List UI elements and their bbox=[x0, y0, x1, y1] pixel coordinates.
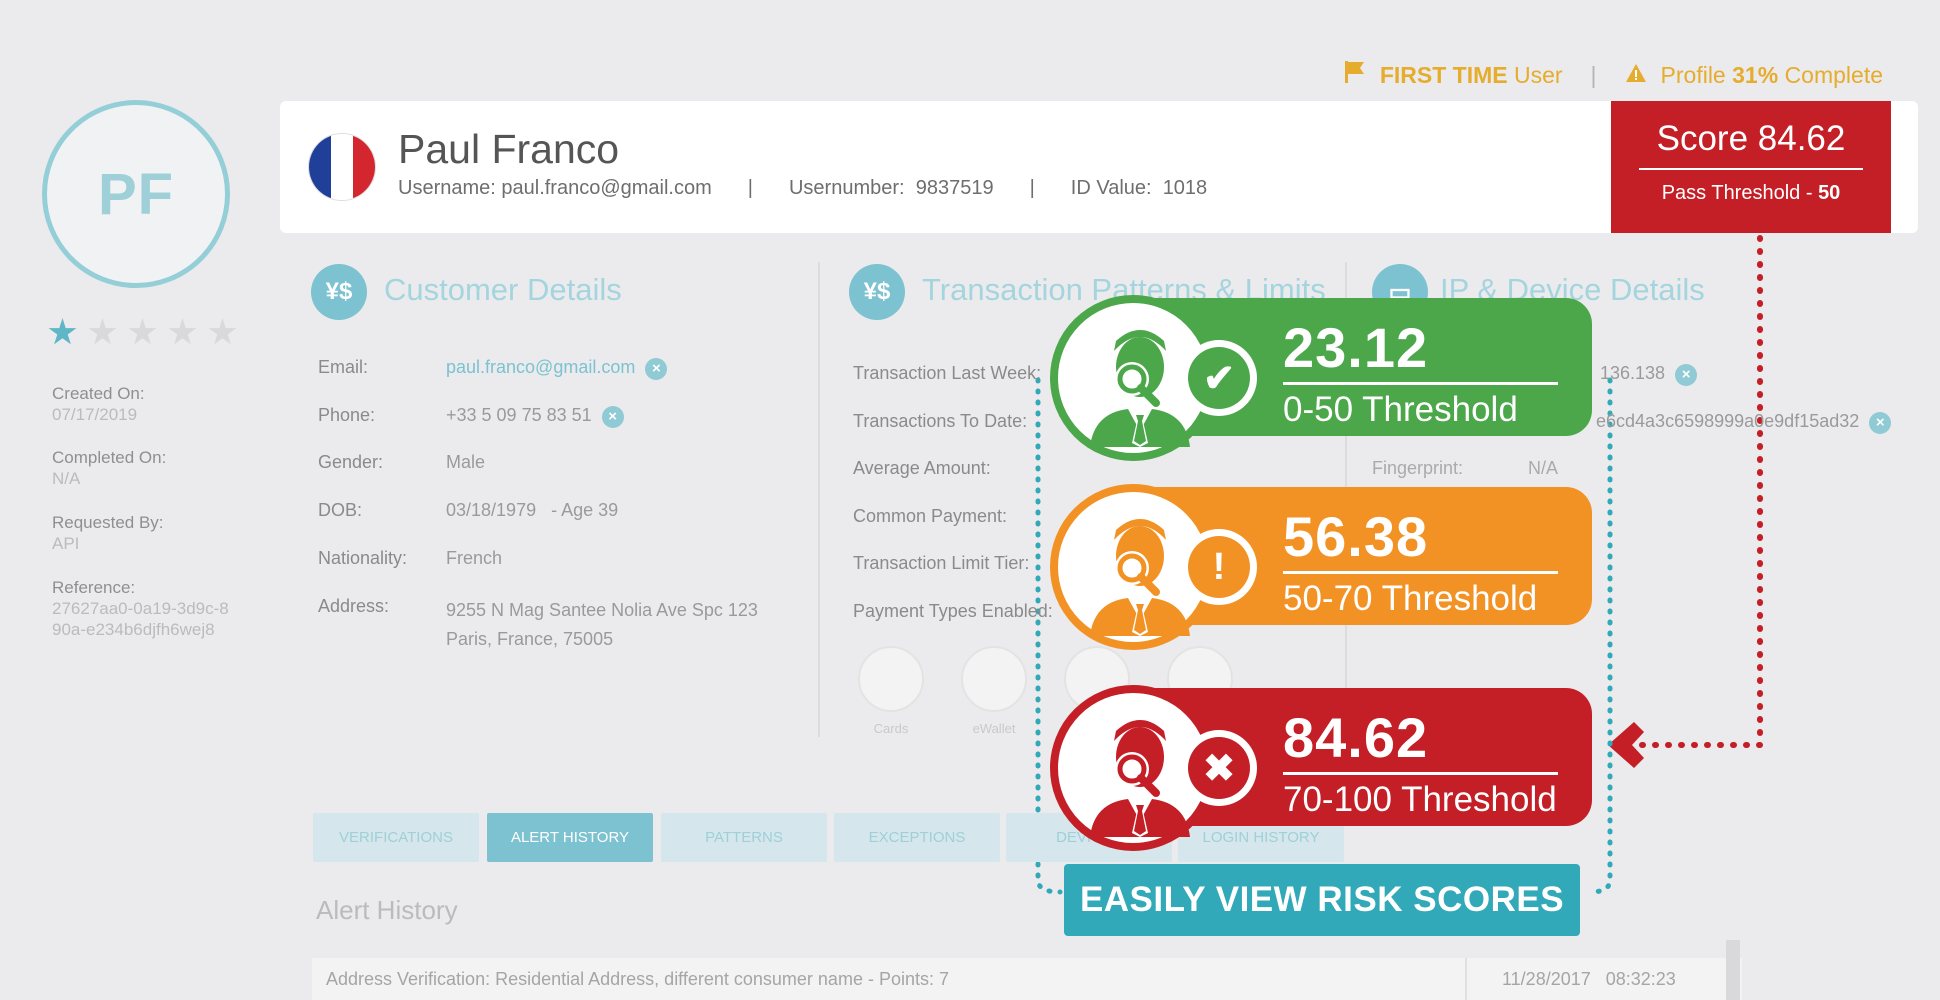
id-value: ID Value: 1018 bbox=[1070, 177, 1208, 199]
alert-date: 11/28/2017 08:32:23 bbox=[1502, 969, 1676, 989]
risk-score-divider bbox=[1283, 772, 1558, 775]
france-flag-icon bbox=[308, 133, 376, 201]
star-icon[interactable] bbox=[168, 318, 197, 345]
reference: Reference: 27627aa0-0a19-3d9c-8 90a-e234b6… bbox=[52, 578, 229, 639]
gender-value: Male bbox=[446, 452, 486, 472]
ip-address-value: 136.138 × bbox=[1600, 363, 1698, 386]
profile-status-bar: FIRST TIME User | Profile 31% Complete bbox=[1344, 60, 1883, 90]
risk-score-value: 23.12 bbox=[1283, 316, 1429, 379]
ewallet-payment-label: eWallet bbox=[972, 721, 1016, 736]
warning-icon bbox=[1625, 62, 1647, 89]
transaction-limit-tier-label: Transaction Limit Tier: bbox=[853, 553, 1030, 573]
easily-view-risk-scores-banner: EASILY VIEW RISK SCORES bbox=[1064, 864, 1580, 936]
fingerprint-label: Fingerprint: bbox=[1372, 458, 1464, 478]
risk-score-card: ✖ 84.62 70-100 Threshold bbox=[1050, 685, 1592, 851]
column-divider bbox=[818, 262, 820, 737]
card-payment-icon[interactable] bbox=[858, 646, 924, 712]
username: Username: paul.franco@gmail.com bbox=[398, 177, 712, 199]
score-value: Score 84.62 bbox=[1639, 101, 1863, 170]
score-badge: Score 84.62 Pass Threshold - 50 bbox=[1611, 101, 1891, 233]
remove-device-icon[interactable]: × bbox=[1869, 411, 1892, 434]
arrow-left-icon bbox=[1608, 722, 1644, 768]
transactions-last-week-label: Transaction Last Week: bbox=[853, 363, 1042, 383]
tab-verifications[interactable]: VERIFICATIONS bbox=[313, 813, 479, 862]
risk-threshold-label: 70-100 Threshold bbox=[1283, 780, 1557, 819]
transactions-to-date-label: Transactions To Date: bbox=[853, 411, 1028, 431]
star-icon[interactable] bbox=[48, 318, 77, 345]
risk-score-divider bbox=[1283, 571, 1558, 574]
customer-name: Paul Franco bbox=[398, 126, 620, 172]
nationality-value: French bbox=[446, 548, 503, 568]
customer-details-title: Customer Details bbox=[384, 272, 622, 307]
status-divider: | bbox=[1590, 61, 1597, 88]
star-icon[interactable] bbox=[88, 318, 117, 345]
star-icon[interactable] bbox=[208, 318, 237, 345]
x-icon: ✖ bbox=[1181, 730, 1257, 806]
phone-label: Phone: bbox=[318, 405, 376, 425]
money-icon: ¥$ bbox=[849, 264, 905, 320]
common-payment-label: Common Payment: bbox=[853, 506, 1008, 526]
risk-score-card: ! 56.38 50-70 Threshold bbox=[1050, 484, 1592, 650]
address-value: 9255 N Mag Santee Nolia Ave Spc 123 Paris… bbox=[446, 600, 758, 649]
alert-text: Address Verification: Residential Addres… bbox=[326, 969, 949, 989]
column-divider bbox=[1465, 958, 1467, 1000]
risk-score-divider bbox=[1283, 382, 1558, 385]
remove-ip-icon[interactable]: × bbox=[1675, 363, 1698, 386]
risk-threshold-label: 50-70 Threshold bbox=[1283, 579, 1538, 618]
money-icon: ¥$ bbox=[311, 264, 367, 320]
dob-value: 03/18/1979 - Age 39 bbox=[446, 500, 619, 520]
scrollbar[interactable] bbox=[1726, 940, 1740, 1000]
warning-icon: ! bbox=[1181, 529, 1257, 605]
address-label: Address: bbox=[318, 596, 390, 616]
requested-by: Requested By: API bbox=[52, 513, 164, 553]
email-label: Email: bbox=[318, 357, 369, 377]
check-icon: ✔ bbox=[1181, 340, 1257, 416]
alert-history-title: Alert History bbox=[316, 895, 458, 925]
risk-score-card: ✔ 23.12 0-50 Threshold bbox=[1050, 295, 1592, 461]
risk-score-value: 84.62 bbox=[1283, 706, 1429, 769]
ewallet-payment-icon[interactable] bbox=[961, 646, 1027, 712]
remove-email-icon[interactable]: × bbox=[645, 357, 668, 380]
remove-phone-icon[interactable]: × bbox=[601, 405, 624, 428]
tab-alert-history[interactable]: ALERT HISTORY bbox=[487, 813, 653, 862]
avatar: PF bbox=[42, 100, 230, 288]
fingerprint-value: N/A bbox=[1528, 458, 1559, 478]
gender-label: Gender: bbox=[318, 452, 384, 472]
profile-completion: Profile 31% Complete bbox=[1660, 61, 1883, 88]
first-time-user-label: FIRST TIME User bbox=[1379, 61, 1563, 88]
created-on: Created On: 07/17/2019 bbox=[52, 384, 145, 424]
risk-score-value: 56.38 bbox=[1283, 505, 1429, 568]
card-payment-label: Cards bbox=[873, 721, 909, 736]
tab-exceptions[interactable]: EXCEPTIONS bbox=[834, 813, 1000, 862]
tab-patterns[interactable]: PATTERNS bbox=[661, 813, 827, 862]
star-rating[interactable] bbox=[48, 318, 237, 347]
completed-on: Completed On: N/A bbox=[52, 448, 167, 488]
dob-label: DOB: bbox=[318, 500, 363, 520]
star-icon[interactable] bbox=[128, 318, 157, 345]
flag-icon bbox=[1344, 60, 1366, 90]
table-row[interactable]: Address Verification: Residential Addres… bbox=[312, 958, 1742, 1000]
phone-value: +33 5 09 75 83 51 × bbox=[446, 405, 624, 428]
usernumber: Usernumber: 9837519 bbox=[788, 177, 994, 199]
risk-threshold-label: 0-50 Threshold bbox=[1283, 390, 1518, 429]
flag-stripe bbox=[331, 134, 353, 200]
average-amount-label: Average Amount: bbox=[853, 458, 991, 478]
pass-threshold: Pass Threshold - 50 bbox=[1661, 182, 1841, 204]
email-link[interactable]: paul.franco@gmail.com × bbox=[446, 357, 668, 380]
device-id-value: e6cd4a3c6598999a0e9df15ad32 × bbox=[1596, 411, 1892, 434]
customer-identifiers: Username: paul.franco@gmail.com | Usernu… bbox=[398, 177, 1208, 199]
payment-types-label: Payment Types Enabled: bbox=[853, 601, 1053, 621]
nationality-label: Nationality: bbox=[318, 548, 408, 568]
